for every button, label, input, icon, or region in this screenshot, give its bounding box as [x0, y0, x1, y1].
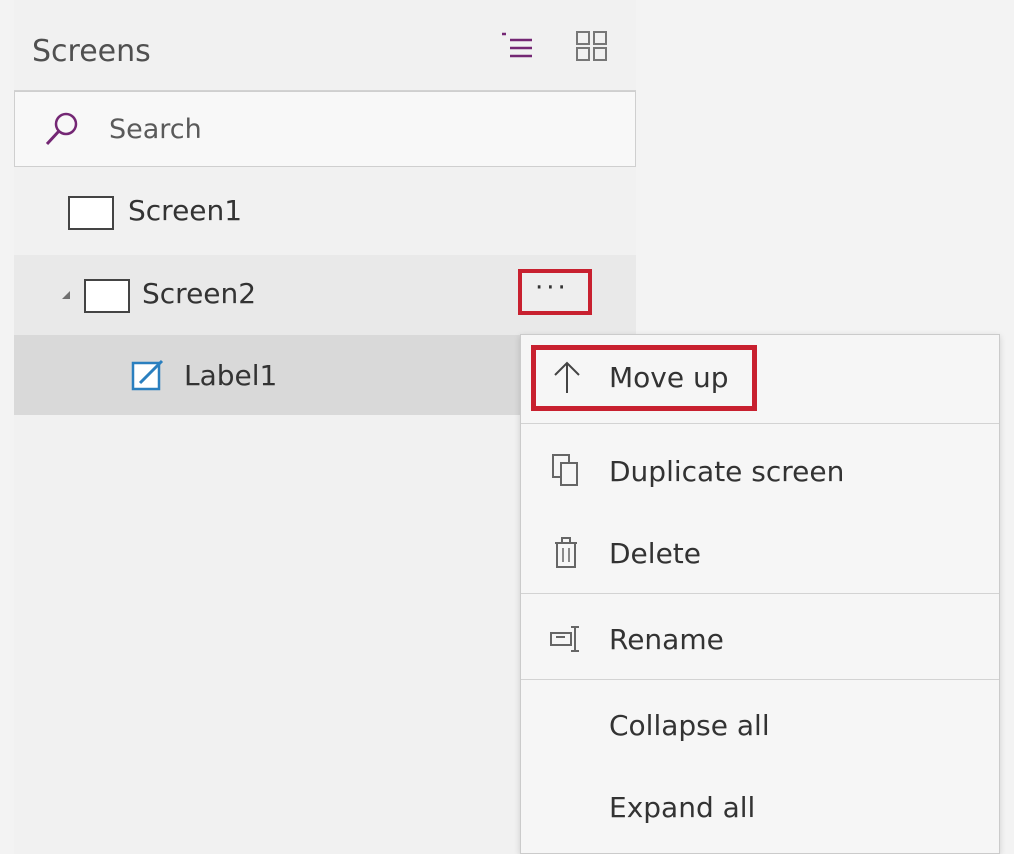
menu-divider [521, 593, 999, 594]
label-edit-icon [130, 357, 166, 393]
menu-item-label: Duplicate screen [609, 455, 845, 488]
tree-item-label: Screen1 [128, 194, 243, 227]
search-icon [43, 110, 81, 148]
rename-icon [549, 621, 585, 657]
more-options-button[interactable]: ··· [518, 269, 592, 315]
context-menu: Move up Duplicate screen Delete Rename C… [520, 334, 1000, 854]
tree-item-label: Screen2 [142, 277, 257, 310]
arrow-up-icon [549, 359, 585, 395]
tree-item-screen1[interactable]: Screen1 [14, 170, 636, 250]
grid-icon[interactable] [574, 28, 610, 64]
menu-item-label: Rename [609, 623, 724, 656]
panel-title: Screens [32, 34, 151, 69]
menu-item-collapse-all[interactable]: Collapse all [521, 683, 999, 767]
menu-item-duplicate-screen[interactable]: Duplicate screen [521, 429, 999, 513]
tree-item-screen2[interactable]: Screen2 ··· [14, 255, 636, 335]
menu-item-label: Delete [609, 537, 701, 570]
search-box[interactable] [14, 91, 636, 167]
menu-item-move-up[interactable]: Move up [521, 335, 999, 419]
screen-icon [68, 196, 114, 230]
menu-item-label: Move up [609, 361, 729, 394]
expand-caret-icon[interactable] [62, 291, 70, 299]
tree-list-icon[interactable] [498, 28, 534, 64]
screen-icon [84, 279, 130, 313]
search-input[interactable] [107, 110, 611, 148]
menu-item-label: Expand all [609, 791, 756, 824]
menu-divider [521, 679, 999, 680]
menu-item-delete[interactable]: Delete [521, 511, 999, 595]
panel-header: Screens [14, 0, 636, 91]
menu-divider [521, 423, 999, 424]
menu-item-expand-all[interactable]: Expand all [521, 765, 999, 849]
more-options-icon: ··· [535, 273, 569, 303]
menu-item-label: Collapse all [609, 709, 770, 742]
menu-item-rename[interactable]: Rename [521, 597, 999, 681]
tree-item-label: Label1 [184, 359, 278, 392]
trash-icon [549, 535, 585, 571]
duplicate-icon [549, 453, 585, 489]
